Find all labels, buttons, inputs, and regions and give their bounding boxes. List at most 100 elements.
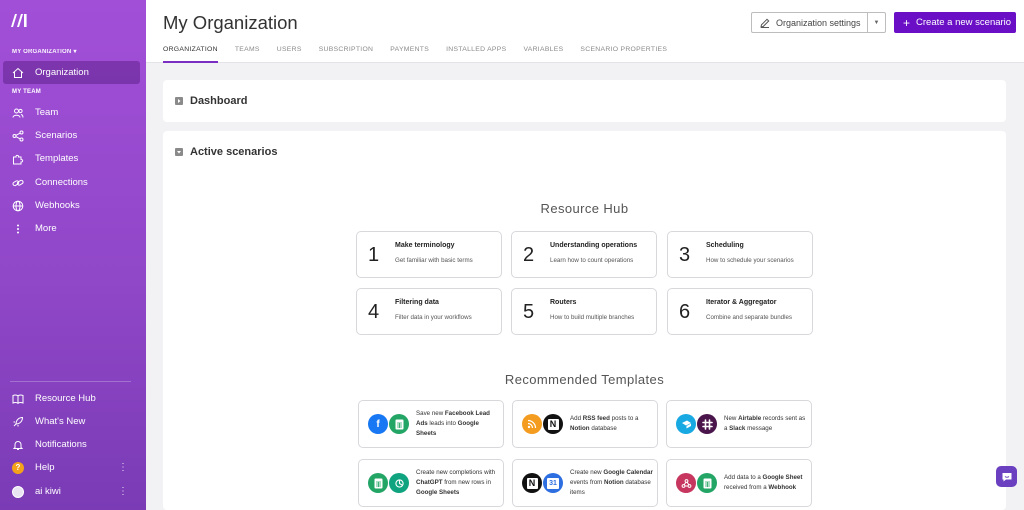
hub-card-filtering[interactable]: 4 Filtering data Filter data in your wor… — [356, 288, 502, 335]
hub-subtitle: Filter data in your workflows — [395, 314, 472, 321]
hub-card-routers[interactable]: 5 Routers How to build multiple branches — [511, 288, 657, 335]
create-scenario-button[interactable]: + Create a new scenario — [894, 12, 1016, 33]
sidebar-item-notifications[interactable]: Notifications — [3, 433, 140, 456]
sidebar-item-label: Templates — [35, 153, 79, 164]
link-icon — [11, 176, 25, 190]
sidebar-item-organization[interactable]: Organization — [3, 61, 140, 84]
active-scenarios-section: Active scenarios Resource Hub 1 Make ter… — [163, 131, 1006, 510]
help-more-icon[interactable]: ⋮ — [118, 462, 128, 473]
template-description: New Airtable records sent as a Slack mes… — [724, 415, 806, 432]
hub-number: 4 — [368, 301, 380, 323]
tab-subscription[interactable]: SUBSCRIPTION — [319, 46, 374, 63]
settings-dropdown-button[interactable]: ▼ — [867, 12, 886, 33]
sidebar: MY ORGANIZATION ▾ Organization MY TEAM Te… — [0, 0, 146, 510]
hub-title: Make terminology — [395, 242, 455, 249]
avatar — [11, 485, 25, 499]
rss-icon — [522, 414, 542, 434]
hub-subtitle: How to schedule your scenarios — [706, 257, 794, 264]
hub-title: Filtering data — [395, 299, 439, 306]
template-card[interactable]: N Add RSS feed posts to a Notion databas… — [512, 400, 658, 448]
sidebar-divider — [10, 381, 131, 382]
dashboard-section: Dashboard — [163, 80, 1006, 122]
sidebar-item-label: What's New — [35, 416, 86, 427]
tab-scenario-properties[interactable]: SCENARIO PROPERTIES — [580, 46, 667, 63]
tab-teams[interactable]: TEAMS — [235, 46, 260, 63]
page-header: My Organization ORGANIZATION TEAMS USERS… — [146, 0, 1024, 63]
sidebar-item-resource-hub[interactable]: Resource Hub — [3, 387, 140, 410]
sidebar-item-label: Help — [35, 462, 55, 473]
sidebar-item-templates[interactable]: Templates — [3, 147, 140, 170]
make-logo-icon[interactable] — [10, 12, 30, 28]
template-card[interactable]: f Save new Facebook Lead Ads leads into … — [358, 400, 504, 448]
org-label: MY ORGANIZATION — [12, 49, 72, 55]
caret-down-icon: ▼ — [873, 19, 880, 26]
hub-card-operations[interactable]: 2 Understanding operations Learn how to … — [511, 231, 657, 278]
sidebar-item-label: Organization — [35, 67, 89, 78]
hub-card-scheduling[interactable]: 3 Scheduling How to schedule your scenar… — [667, 231, 813, 278]
hub-number: 5 — [523, 301, 535, 323]
sidebar-item-scenarios[interactable]: Scenarios — [3, 124, 140, 147]
sidebar-item-help[interactable]: ? Help ⋮ — [3, 456, 140, 479]
user-more-icon[interactable]: ⋮ — [118, 486, 128, 497]
template-description: Add RSS feed posts to a Notion database — [570, 415, 639, 432]
template-description: Add data to a Google Sheet received from… — [724, 474, 803, 491]
tab-users[interactable]: USERS — [277, 46, 302, 63]
sidebar-item-more[interactable]: More — [3, 217, 140, 240]
org-switcher[interactable]: MY ORGANIZATION ▾ — [12, 48, 77, 55]
home-icon — [11, 66, 25, 80]
google-sheets-icon — [368, 473, 388, 493]
sidebar-item-label: Notifications — [35, 439, 87, 450]
team-section-label: MY TEAM — [12, 89, 41, 95]
hub-number: 1 — [368, 244, 380, 266]
organization-settings-button[interactable]: Organization settings — [751, 12, 870, 33]
hub-card-terminology[interactable]: 1 Make terminology Get familiar with bas… — [356, 231, 502, 278]
chatgpt-icon — [389, 473, 409, 493]
notion-icon: N — [522, 473, 542, 493]
sidebar-item-connections[interactable]: Connections — [3, 171, 140, 194]
hub-title: Iterator & Aggregator — [706, 299, 777, 306]
dashboard-label: Dashboard — [190, 95, 248, 107]
help-icon: ? — [11, 461, 25, 475]
sidebar-item-user[interactable]: ai kiwi ⋮ — [3, 480, 140, 503]
template-card[interactable]: N 31 Create new Google Calendar events f… — [512, 459, 658, 507]
template-description: Save new Facebook Lead Ads leads into Go… — [416, 410, 490, 437]
active-scenarios-toggle[interactable]: Active scenarios — [175, 146, 277, 158]
chat-support-button[interactable] — [996, 466, 1017, 487]
expand-icon — [175, 97, 183, 105]
edit-icon — [760, 18, 770, 28]
dashboard-toggle[interactable]: Dashboard — [175, 95, 247, 107]
hub-title: Routers — [550, 299, 577, 306]
hub-number: 3 — [679, 244, 691, 266]
facebook-icon: f — [368, 414, 388, 434]
template-card[interactable]: Create new completions with ChatGPT from… — [358, 459, 504, 507]
tab-organization[interactable]: ORGANIZATION — [163, 46, 218, 63]
notion-icon: N — [543, 414, 563, 434]
sidebar-item-whats-new[interactable]: What's New — [3, 410, 140, 433]
caret-down-icon: ▾ — [73, 49, 77, 55]
user-name: ai kiwi — [35, 486, 61, 497]
google-sheets-icon — [389, 414, 409, 434]
sidebar-item-webhooks[interactable]: Webhooks — [3, 194, 140, 217]
rocket-icon — [11, 415, 25, 429]
tab-variables[interactable]: VARIABLES — [523, 46, 563, 63]
airtable-icon — [676, 414, 696, 434]
hub-subtitle: Learn how to count operations — [550, 257, 634, 264]
webhook-icon — [676, 473, 696, 493]
resource-hub-title: Resource Hub — [540, 201, 629, 216]
google-calendar-icon: 31 — [543, 473, 563, 493]
google-sheets-icon — [697, 473, 717, 493]
sidebar-item-team[interactable]: Team — [3, 101, 140, 124]
bell-icon — [11, 438, 25, 452]
hub-card-iterator[interactable]: 6 Iterator & Aggregator Combine and sepa… — [667, 288, 813, 335]
tab-bar: ORGANIZATION TEAMS USERS SUBSCRIPTION PA… — [163, 46, 684, 63]
hub-number: 2 — [523, 244, 535, 266]
share-icon — [11, 129, 25, 143]
template-card[interactable]: New Airtable records sent as a Slack mes… — [666, 400, 812, 448]
globe-icon — [11, 199, 25, 213]
tab-payments[interactable]: PAYMENTS — [390, 46, 429, 63]
sidebar-item-label: Connections — [35, 177, 88, 188]
hub-subtitle: Combine and separate bundles — [706, 314, 792, 321]
template-card[interactable]: Add data to a Google Sheet received from… — [666, 459, 812, 507]
tab-installed-apps[interactable]: INSTALLED APPS — [446, 46, 506, 63]
hub-number: 6 — [679, 301, 691, 323]
